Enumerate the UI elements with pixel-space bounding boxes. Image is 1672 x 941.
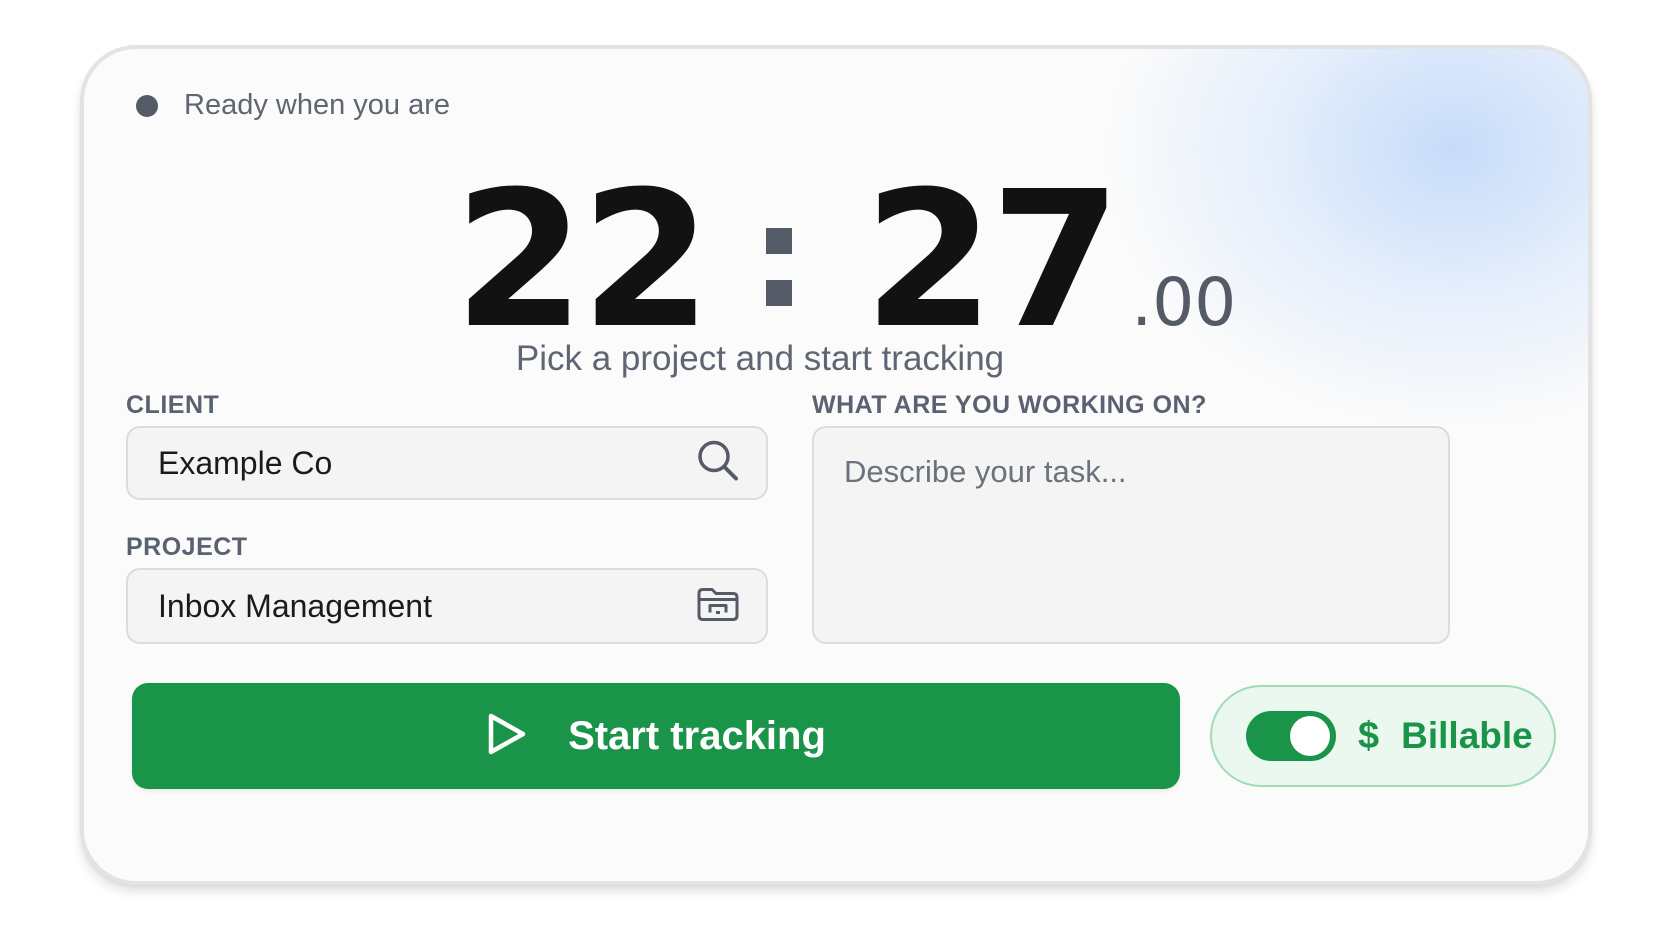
project-label: PROJECT [126,533,248,561]
task-textarea[interactable]: Describe your task... [812,426,1450,644]
project-field[interactable]: Inbox Management [126,568,768,644]
play-icon [486,711,528,762]
timer-hours: 22 [454,151,712,370]
search-icon[interactable] [696,439,740,488]
toggle-knob [1290,716,1330,756]
task-placeholder: Describe your task... [844,454,1127,489]
folder-icon[interactable] [696,586,740,627]
project-input[interactable]: Inbox Management [158,570,432,642]
billable-label: Billable [1401,715,1533,756]
timer-fraction: .00 [1131,264,1237,341]
billable-toggle[interactable]: $ Billable [1210,685,1556,787]
timer-card: Ready when you are 22 27 .00 Pick a proj… [80,45,1592,885]
dollar-icon: $ [1358,714,1380,757]
start-tracking-button[interactable]: Start tracking [132,683,1180,789]
client-label: CLIENT [126,391,220,419]
timer-minutes: 27 [863,151,1122,370]
start-tracking-label: Start tracking [568,713,826,758]
timer-colon [765,228,792,306]
task-label: WHAT ARE YOU WORKING ON? [812,391,1207,419]
client-field[interactable]: Example Co [126,426,768,500]
status-text: Ready when you are [184,89,450,121]
status-dot-icon [136,94,158,117]
status-indicator: Ready when you are [136,89,450,122]
billable-switch[interactable] [1246,711,1336,761]
timer-subtitle: Pick a project and start tracking [515,339,1005,378]
timer-display: 22 27 .00 [454,167,1236,355]
client-input[interactable]: Example Co [158,428,332,498]
